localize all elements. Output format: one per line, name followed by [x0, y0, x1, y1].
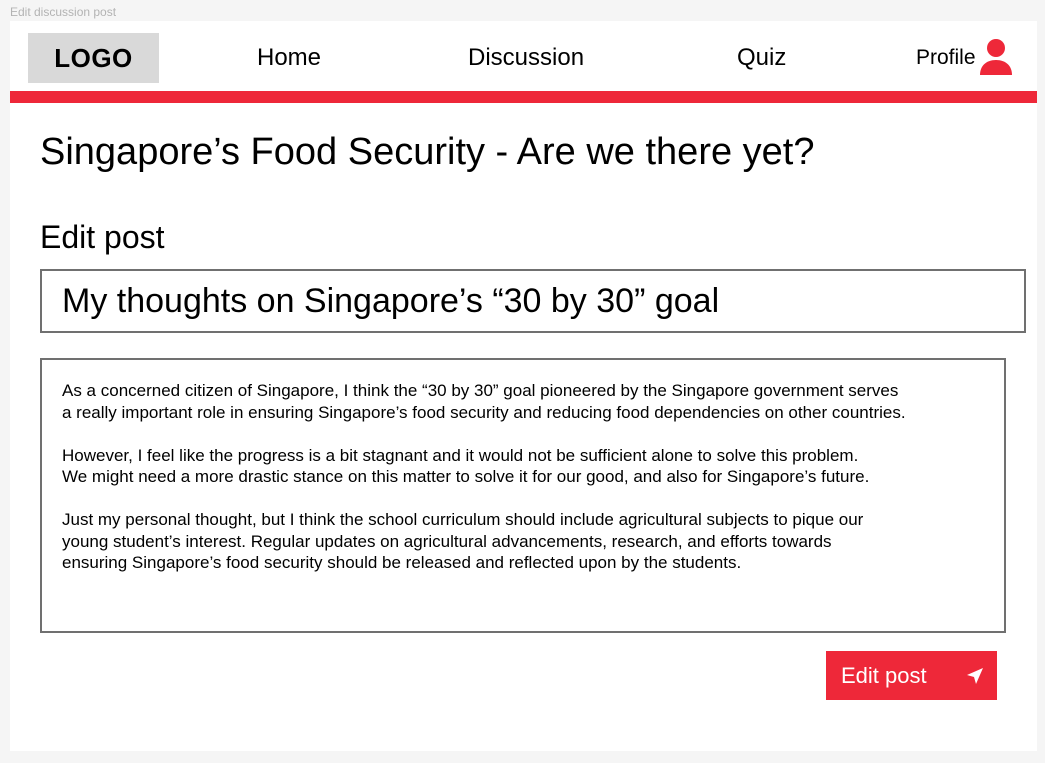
post-body-paragraph: As a concerned citizen of Singapore, I t…	[62, 381, 906, 422]
nav-home-link[interactable]: Home	[257, 43, 321, 73]
nav-profile-label: Profile	[916, 46, 976, 69]
post-body-textarea[interactable]: As a concerned citizen of Singapore, I t…	[40, 358, 1006, 633]
frame-label: Edit discussion post	[10, 5, 117, 19]
post-body-paragraph: Just my personal thought, but I think th…	[62, 510, 864, 572]
send-icon	[967, 668, 983, 684]
nav-quiz-link[interactable]: Quiz	[737, 43, 786, 73]
nav-discussion-link[interactable]: Discussion	[468, 43, 584, 73]
logo[interactable]: LOGO	[28, 33, 159, 83]
nav-profile-link[interactable]: Profile	[916, 39, 1013, 77]
header-accent-bar	[10, 91, 1037, 103]
edit-post-button[interactable]: Edit post	[826, 651, 997, 700]
post-body-paragraph: However, I feel like the progress is a b…	[62, 445, 870, 487]
page-title: Singapore’s Food Security - Are we there…	[40, 131, 815, 173]
edit-discussion-post-page: LOGO Home Discussion Quiz Profile Singap…	[10, 21, 1037, 751]
edit-post-button-label: Edit post	[841, 662, 927, 688]
section-heading: Edit post	[40, 219, 165, 255]
top-navbar: LOGO Home Discussion Quiz Profile	[10, 21, 1037, 91]
post-title-input[interactable]: My thoughts on Singapore’s “30 by 30” go…	[40, 269, 1026, 333]
user-icon	[979, 39, 1012, 75]
